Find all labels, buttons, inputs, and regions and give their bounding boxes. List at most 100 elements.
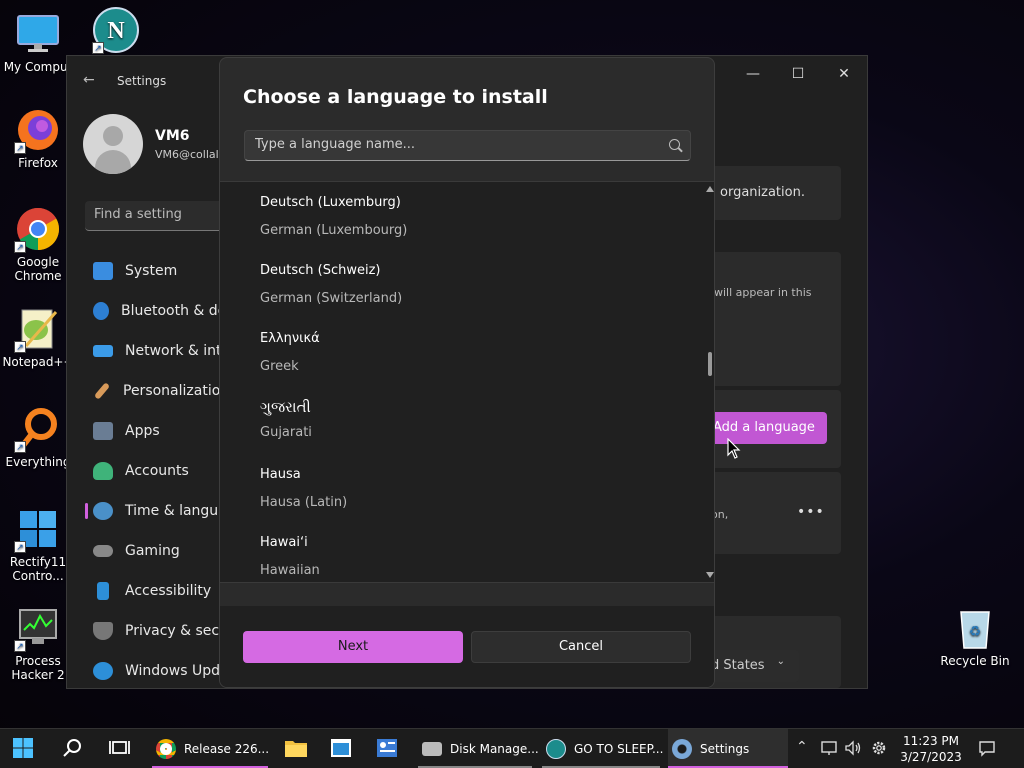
settings-nav: System Bluetooth & de Network & inte Per… bbox=[85, 251, 225, 691]
nav-item-network[interactable]: Network & inte bbox=[85, 331, 225, 371]
nav-item-apps[interactable]: Apps bbox=[85, 411, 225, 451]
volume-icon[interactable] bbox=[844, 739, 862, 761]
nav-item-time-language[interactable]: Time & langua bbox=[85, 491, 225, 531]
nav-label: Time & langua bbox=[125, 503, 225, 519]
taskbar-app-netscape[interactable]: GO TO SLEEP... bbox=[542, 729, 664, 768]
svg-text:♻: ♻ bbox=[969, 624, 982, 640]
taskbar-app-label: Disk Manage... bbox=[450, 742, 539, 756]
dialog-title: Choose a language to install bbox=[243, 86, 548, 108]
search-icon[interactable] bbox=[669, 139, 680, 150]
firefox-icon: ↗ bbox=[14, 106, 62, 154]
taskbar-app-label: Release 226... bbox=[184, 742, 270, 756]
list-item[interactable]: Deutsch (Luxemburg) German (Luxembourg) bbox=[260, 195, 407, 239]
nav-label: Windows Upda bbox=[125, 663, 225, 679]
desktop-icon-label: Everything bbox=[5, 455, 71, 469]
desktop-icon-chrome[interactable]: ↗ Google Chrome bbox=[0, 205, 76, 283]
language-english-name: Greek bbox=[260, 359, 299, 374]
maximize-button[interactable]: ☐ bbox=[780, 64, 816, 84]
language-native-name: Deutsch (Luxemburg) bbox=[260, 195, 401, 210]
desktop-icon-recycle-bin[interactable]: ♻ Recycle Bin bbox=[937, 604, 1013, 668]
bluetooth-icon bbox=[93, 302, 109, 320]
search-icon[interactable] bbox=[62, 737, 86, 761]
language-list[interactable]: Deutsch (Luxemburg) German (Luxembourg) … bbox=[220, 181, 714, 583]
apps-icon bbox=[93, 422, 113, 440]
close-button[interactable]: ✕ bbox=[826, 64, 862, 84]
desktop-icon-label: My Comput bbox=[3, 60, 73, 74]
nav-item-system[interactable]: System bbox=[85, 251, 225, 291]
language-english-name: Gujarati bbox=[260, 425, 312, 440]
desktop-icon-everything[interactable]: ↗ Everything bbox=[0, 405, 76, 469]
list-item[interactable]: ગુજરાતી Gujarati bbox=[260, 399, 312, 441]
language-search-box[interactable] bbox=[244, 130, 691, 161]
taskbar-app-disk-management[interactable]: Disk Manage... bbox=[418, 729, 539, 768]
desktop-icon-netscape[interactable]: N ↗ bbox=[78, 6, 154, 56]
cancel-button[interactable]: Cancel bbox=[471, 631, 691, 663]
nav-label: Personalization bbox=[123, 383, 225, 399]
file-explorer-icon[interactable] bbox=[284, 737, 308, 761]
nav-label: Gaming bbox=[125, 543, 180, 559]
list-item[interactable]: Ελληνικά Greek bbox=[260, 331, 320, 375]
taskbar-app-chrome[interactable]: Release 226... bbox=[152, 729, 270, 768]
taskbar-app-label: GO TO SLEEP... bbox=[574, 742, 664, 756]
scroll-up-arrow-icon[interactable] bbox=[706, 186, 714, 192]
nav-item-accessibility[interactable]: Accessibility bbox=[85, 571, 225, 611]
nav-label: Accounts bbox=[125, 463, 189, 479]
nav-item-gaming[interactable]: Gaming bbox=[85, 531, 225, 571]
wifi-icon bbox=[93, 345, 113, 357]
scroll-down-arrow-icon[interactable] bbox=[706, 572, 714, 578]
app-window-icon[interactable] bbox=[330, 737, 354, 761]
nav-item-privacy[interactable]: Privacy & secu bbox=[85, 611, 225, 651]
region-dropdown[interactable]: d States ⌄ bbox=[707, 650, 799, 682]
nav-item-personalization[interactable]: Personalization bbox=[85, 371, 225, 411]
nav-item-bluetooth[interactable]: Bluetooth & de bbox=[85, 291, 225, 331]
desktop-icon-process-hacker[interactable]: ↗ Process Hacker 2 bbox=[0, 604, 76, 682]
back-arrow-icon[interactable]: ← bbox=[83, 72, 95, 88]
desktop-icon-label: Recycle Bin bbox=[940, 654, 1010, 668]
person-icon bbox=[93, 462, 113, 480]
language-search-input[interactable] bbox=[255, 137, 655, 152]
list-item[interactable]: Hawaiʻi Hawaiian bbox=[260, 535, 320, 579]
disk-management-icon bbox=[422, 742, 442, 756]
globe-clock-icon bbox=[93, 502, 113, 520]
desktop-icon-notepadpp[interactable]: ↗ Notepad++ bbox=[0, 305, 76, 369]
desktop-icon-label: Notepad++ bbox=[2, 355, 74, 369]
chevron-down-icon: ⌄ bbox=[776, 656, 785, 667]
desktop-icon-my-computer[interactable]: My Comput bbox=[0, 10, 76, 74]
settings-title: Settings bbox=[117, 74, 167, 88]
next-button[interactable]: Next bbox=[243, 631, 463, 663]
taskbar: Release 226... Disk Manage... GO TO SLEE… bbox=[0, 728, 1024, 768]
desktop-icon-rectify11[interactable]: ↗ Rectify11 Contro... bbox=[0, 505, 76, 583]
recycle-bin-icon: ♻ bbox=[951, 604, 999, 652]
org-text: organization. bbox=[720, 185, 805, 200]
nav-item-windows-update[interactable]: Windows Upda bbox=[85, 651, 225, 691]
desktop-icon-firefox[interactable]: ↗ Firefox bbox=[0, 106, 76, 170]
list-item[interactable]: Hausa Hausa (Latin) bbox=[260, 467, 347, 511]
taskbar-app-settings[interactable]: Settings bbox=[668, 729, 788, 768]
chrome-icon: ↗ bbox=[14, 205, 62, 253]
control-panel-icon[interactable] bbox=[376, 737, 400, 761]
find-setting-input[interactable]: Find a setting bbox=[85, 201, 235, 231]
language-native-name: Ελληνικά bbox=[260, 331, 320, 346]
netscape-icon bbox=[546, 739, 566, 759]
network-icon[interactable] bbox=[820, 739, 838, 761]
task-view-icon[interactable] bbox=[108, 737, 132, 761]
gear-icon bbox=[672, 739, 692, 759]
chevron-up-icon[interactable]: ⌃ bbox=[796, 739, 808, 755]
language-english-name: German (Luxembourg) bbox=[260, 223, 408, 238]
list-item[interactable]: Deutsch (Schweiz) German (Switzerland) bbox=[260, 263, 402, 307]
user-profile[interactable]: VM6 VM6@collal bbox=[83, 114, 219, 174]
scrollbar-thumb[interactable] bbox=[708, 352, 712, 376]
languages-card bbox=[707, 252, 841, 386]
notification-icon[interactable] bbox=[978, 739, 996, 761]
language-english-name: German (Switzerland) bbox=[260, 291, 403, 306]
svg-text:N: N bbox=[107, 18, 125, 44]
windows-start-icon[interactable] bbox=[12, 737, 36, 761]
language-english-name: Hawaiian bbox=[260, 563, 320, 578]
gear-icon[interactable] bbox=[870, 739, 888, 761]
minimize-button[interactable]: — bbox=[735, 64, 771, 84]
system-clock[interactable]: 11:23 PM 3/27/2023 bbox=[896, 733, 966, 765]
more-options-icon[interactable]: ••• bbox=[797, 504, 825, 520]
clock-time: 11:23 PM bbox=[903, 734, 959, 748]
update-icon bbox=[93, 662, 113, 680]
nav-item-accounts[interactable]: Accounts bbox=[85, 451, 225, 491]
